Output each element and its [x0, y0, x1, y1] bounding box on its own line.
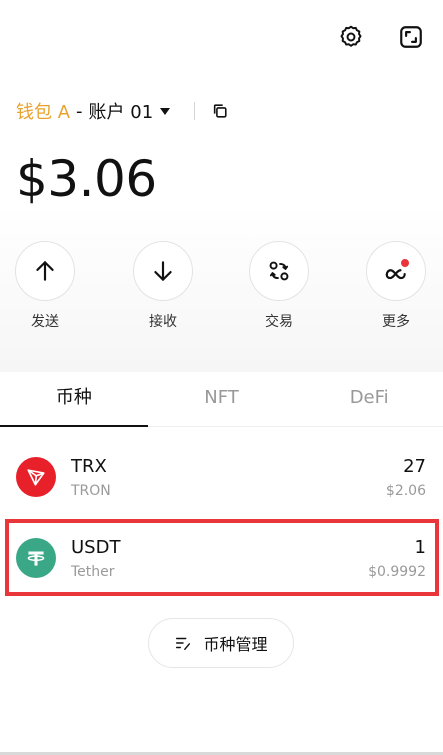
token-name: TRON [71, 483, 111, 499]
swap-label: 交易 [265, 314, 293, 330]
list-edit-icon [176, 637, 191, 651]
token-row-trx[interactable]: TRX TRON 27 $2.06 [0, 443, 443, 511]
tab-nft[interactable]: NFT [148, 372, 296, 426]
receive-button[interactable]: 接收 [133, 241, 193, 331]
token-amount: 27 [403, 456, 426, 477]
send-circle[interactable] [15, 241, 75, 301]
token-symbol: TRX [71, 456, 107, 477]
wallet-selector[interactable]: 钱包 A - 账户 01 [16, 97, 229, 125]
receive-label: 接收 [149, 314, 177, 330]
receive-circle[interactable] [133, 241, 193, 301]
asset-tabs: 币种 NFT DeFi [0, 372, 443, 427]
arrow-down-icon [154, 261, 172, 281]
wallet-name: 钱包 A [16, 102, 71, 123]
manage-tokens-button[interactable]: 币种管理 [148, 618, 294, 668]
wallet-separator: - [76, 100, 83, 122]
scan-icon[interactable] [396, 22, 426, 52]
tab-tokens[interactable]: 币种 [0, 372, 148, 427]
tab-defi[interactable]: DeFi [295, 372, 443, 426]
divider [194, 102, 196, 120]
highlight-box [5, 519, 439, 596]
manage-tokens-label: 币种管理 [203, 635, 268, 654]
gear-icon[interactable] [336, 22, 366, 52]
arrow-up-icon [36, 261, 54, 281]
send-button[interactable]: 发送 [15, 241, 75, 331]
notification-dot [401, 259, 409, 267]
copy-icon[interactable] [211, 102, 229, 120]
more-circle[interactable] [366, 241, 426, 301]
swap-icon [269, 261, 289, 281]
caret-down-icon[interactable] [160, 107, 171, 115]
swap-circle[interactable] [249, 241, 309, 301]
token-value: $2.06 [385, 483, 426, 499]
more-label: 更多 [382, 314, 410, 330]
total-balance: $3.06 [16, 150, 157, 208]
send-label: 发送 [31, 314, 59, 330]
account-name: 账户 01 [88, 102, 154, 123]
more-button[interactable]: 更多 [366, 241, 426, 331]
tron-logo-icon [16, 457, 56, 497]
swap-button[interactable]: 交易 [249, 241, 309, 331]
